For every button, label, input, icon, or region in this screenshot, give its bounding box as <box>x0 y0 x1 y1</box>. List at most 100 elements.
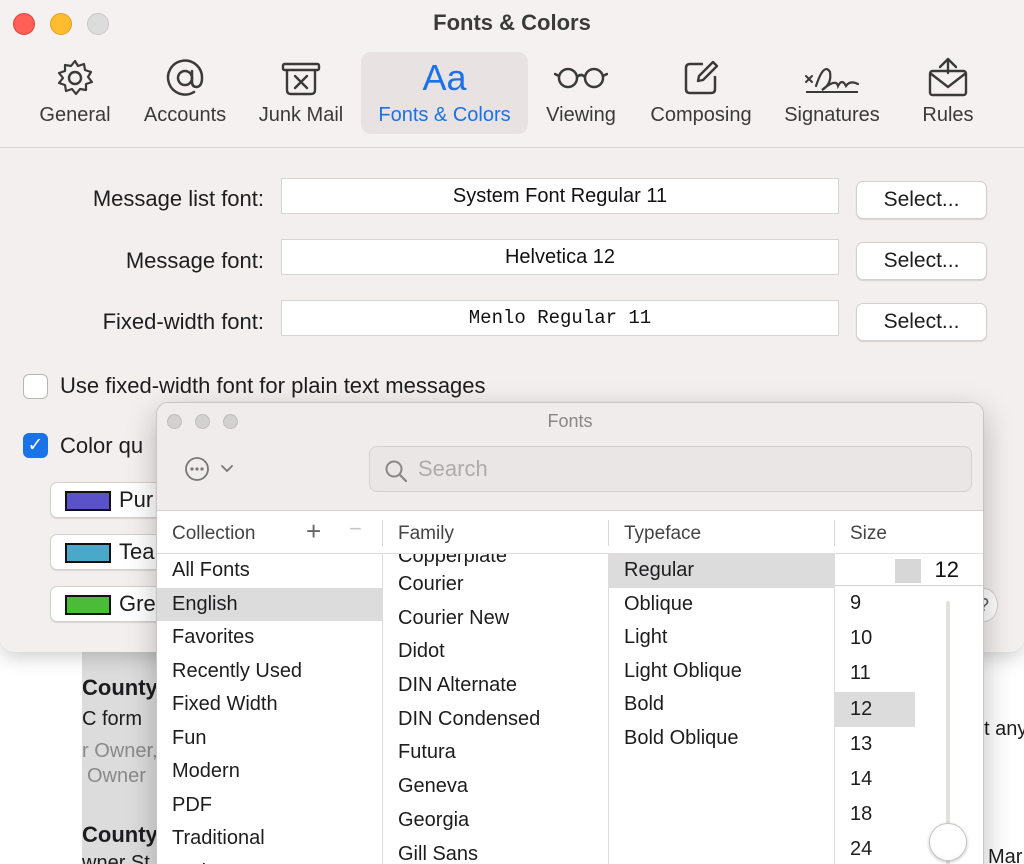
family-item[interactable]: Geneva <box>383 770 608 804</box>
family-item[interactable]: Copperplate <box>383 554 608 568</box>
family-item[interactable]: DIN Condensed <box>383 703 608 737</box>
typeface-column-header: Typeface <box>624 523 702 544</box>
tab-rules[interactable]: Rules <box>908 52 988 134</box>
tab-label: Viewing <box>546 104 616 126</box>
collection-item[interactable]: Modern <box>157 755 382 789</box>
fixed-width-font-field: Menlo Regular 11 <box>281 300 839 336</box>
compose-icon <box>642 56 760 100</box>
doc-line: Mar <box>988 846 1023 864</box>
family-column-header: Family <box>398 523 454 544</box>
size-item[interactable]: 11 <box>835 656 915 691</box>
collection-item[interactable]: Favorites <box>157 621 382 655</box>
collection-item[interactable]: English <box>157 587 382 621</box>
family-item[interactable]: DIN Alternate <box>383 669 608 703</box>
column-separator <box>608 520 609 546</box>
select-fixed-width-font-button[interactable]: Select... <box>856 303 987 341</box>
column-separator <box>382 520 383 546</box>
family-item[interactable]: Georgia <box>383 804 608 838</box>
typeface-item[interactable]: Bold <box>609 688 834 722</box>
family-list: Copperplate Courier Courier New Didot DI… <box>383 554 608 864</box>
fonts-panel-title: Fonts <box>547 411 593 431</box>
quote-color-label: Tea <box>119 539 155 564</box>
typeface-list: Regular Oblique Light Light Oblique Bold… <box>609 554 834 864</box>
quote-color-label: Pur <box>119 487 154 512</box>
tab-label: Junk Mail <box>258 104 344 126</box>
gear-icon <box>34 56 116 100</box>
size-list: 9 10 11 12 13 14 18 24 <box>835 586 915 864</box>
tab-fonts-colors[interactable]: Aa Fonts & Colors <box>361 52 528 134</box>
size-input[interactable] <box>835 554 959 585</box>
select-message-list-font-button[interactable]: Select... <box>856 181 987 219</box>
action-menu-button[interactable] <box>183 455 239 483</box>
fixed-width-font-label: Fixed-width font: <box>102 309 264 334</box>
collection-column-header: Collection <box>172 523 256 544</box>
tab-viewing[interactable]: Viewing <box>540 52 622 134</box>
size-item[interactable]: 10 <box>835 621 915 656</box>
tab-label: Rules <box>922 104 974 126</box>
toolbar: Fonts & Colors General Accounts Junk Mai… <box>0 0 1024 148</box>
doc-line: r Owner, <box>82 740 158 762</box>
ellipsis-circle-icon <box>185 457 233 481</box>
select-message-font-button[interactable]: Select... <box>856 242 987 280</box>
size-item[interactable]: 24 <box>835 832 915 864</box>
collection-item[interactable]: All Fonts <box>157 554 382 588</box>
family-item[interactable]: Courier <box>383 568 608 602</box>
collection-item[interactable]: Fixed Width <box>157 688 382 722</box>
tab-label: Accounts <box>143 104 227 126</box>
tab-junk-mail[interactable]: Junk Mail <box>250 52 352 134</box>
size-item[interactable]: 12 <box>835 691 915 727</box>
typeface-item[interactable]: Regular <box>609 554 834 588</box>
signature-icon <box>776 56 888 100</box>
fixed-width-plain-label: Use fixed-width font for plain text mess… <box>60 373 486 398</box>
typeface-item[interactable]: Bold Oblique <box>609 722 834 756</box>
doc-line: t any <box>984 718 1024 740</box>
message-font-label: Message font: <box>125 248 264 273</box>
message-font-field: Helvetica 12 <box>281 239 839 275</box>
message-list-font-field: System Font Regular 11 <box>281 178 839 214</box>
remove-collection-button[interactable]: − <box>349 516 362 542</box>
tab-general[interactable]: General <box>34 52 116 134</box>
color-quoted-label: Color qu <box>60 433 144 458</box>
tab-label: General <box>39 104 111 126</box>
size-item[interactable]: 18 <box>835 797 915 832</box>
at-icon <box>136 56 234 100</box>
search-input[interactable] <box>418 455 958 483</box>
collection-item[interactable]: Traditional <box>157 822 382 856</box>
collection-item[interactable]: Web <box>157 856 382 864</box>
search-field[interactable] <box>369 446 972 492</box>
size-item[interactable]: 9 <box>835 586 915 621</box>
collection-item[interactable]: Fun <box>157 722 382 756</box>
quote-color-label: Gre <box>119 591 156 616</box>
typeface-item[interactable]: Light <box>609 621 834 655</box>
family-item[interactable]: Didot <box>383 635 608 669</box>
tab-accounts[interactable]: Accounts <box>136 52 234 134</box>
size-slider-knob[interactable] <box>929 823 967 861</box>
junk-bin-icon <box>250 56 352 100</box>
color-swatch <box>65 543 111 563</box>
collection-item[interactable]: Recently Used <box>157 655 382 689</box>
family-item[interactable]: Courier New <box>383 602 608 636</box>
add-collection-button[interactable]: + <box>306 516 321 547</box>
rules-envelope-icon <box>908 56 988 100</box>
tab-composing[interactable]: Composing <box>642 52 760 134</box>
column-separator <box>834 520 835 546</box>
fonts-panel: Fonts Collection + − Family Typeface Siz… <box>156 402 984 864</box>
family-item[interactable]: Gill Sans <box>383 838 608 864</box>
typeface-item[interactable]: Oblique <box>609 588 834 622</box>
color-quoted-checkbox[interactable]: ✓ <box>23 433 48 458</box>
fonts-panel-titlebar: Fonts <box>157 403 983 511</box>
color-swatch <box>65 491 111 511</box>
doc-heading-county: County <box>82 675 158 700</box>
typeface-item[interactable]: Light Oblique <box>609 655 834 689</box>
collection-list: All Fonts English Favorites Recently Use… <box>157 554 382 864</box>
size-field <box>835 554 983 586</box>
glasses-icon <box>540 56 622 100</box>
collection-item[interactable]: PDF <box>157 789 382 823</box>
doc-line: wner St <box>82 852 150 864</box>
size-item[interactable]: 14 <box>835 762 915 797</box>
family-item[interactable]: Futura <box>383 736 608 770</box>
tab-signatures[interactable]: Signatures <box>776 52 888 134</box>
size-column-header: Size <box>850 523 887 544</box>
fixed-width-plain-checkbox[interactable] <box>23 374 48 399</box>
size-item[interactable]: 13 <box>835 727 915 762</box>
